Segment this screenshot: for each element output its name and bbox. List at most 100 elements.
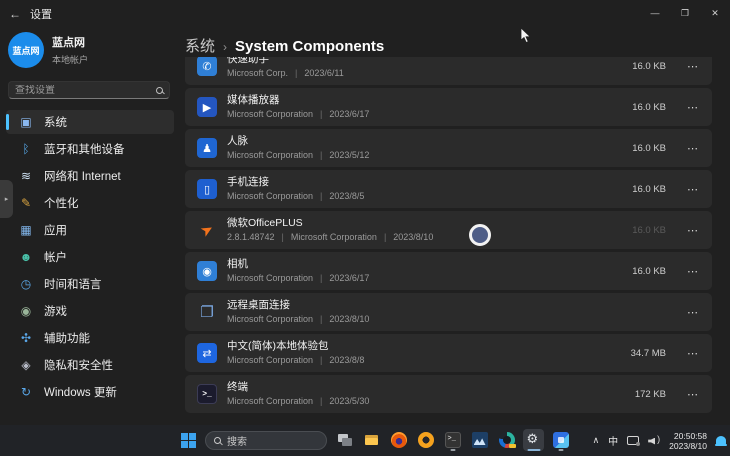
- sidebar-item[interactable]: ☻ 帐户: [6, 245, 174, 269]
- component-publisher: Microsoft Corporation: [227, 191, 313, 202]
- back-button[interactable]: ←: [0, 7, 30, 21]
- component-publisher: Microsoft Corporation: [227, 396, 313, 407]
- ime-indicator[interactable]: 中: [608, 433, 618, 448]
- taskbar-app-icon: [499, 432, 515, 448]
- taskbar-app-button[interactable]: [469, 429, 490, 451]
- breadcrumb-separator-icon: ›: [223, 40, 227, 54]
- more-options-button[interactable]: ⋯: [680, 388, 706, 401]
- sidebar-item[interactable]: ▣ 系统: [6, 110, 174, 134]
- component-publisher: Microsoft Corporation: [227, 314, 313, 325]
- component-name: 快速助手: [227, 57, 344, 66]
- breadcrumb-root[interactable]: 系统: [185, 35, 215, 56]
- display-tray-icon[interactable]: [627, 436, 639, 445]
- more-options-button[interactable]: ⋯: [680, 347, 706, 360]
- sidebar-item[interactable]: ≋ 网络和 Internet: [6, 164, 174, 188]
- search-icon: [214, 437, 221, 444]
- minimize-button[interactable]: —: [640, 0, 670, 26]
- component-date: 2023/6/17: [313, 273, 369, 284]
- component-row[interactable]: ⇄ 中文(简体)本地体验包 Microsoft Corporation 2023…: [185, 334, 712, 372]
- more-options-button[interactable]: ⋯: [680, 142, 706, 155]
- sidebar-item[interactable]: ᛒ 蓝牙和其他设备: [6, 137, 174, 161]
- component-row[interactable]: >_ 终端 Microsoft Corporation 2023/5/30 17…: [185, 375, 712, 413]
- clock[interactable]: 20:50:58 2023/8/10: [669, 431, 707, 451]
- sidebar-item-icon: ≋: [18, 169, 34, 183]
- search-input[interactable]: [15, 85, 156, 96]
- more-options-button[interactable]: ⋯: [680, 306, 706, 319]
- close-button[interactable]: ✕: [700, 0, 730, 26]
- sidebar-item[interactable]: ◷ 时间和语言: [6, 272, 174, 296]
- breadcrumb: 系统 › System Components: [185, 35, 384, 56]
- component-name: 远程桌面连接: [227, 299, 369, 312]
- component-name: 中文(简体)本地体验包: [227, 340, 364, 353]
- component-date: 2023/5/12: [313, 150, 369, 161]
- chevron-right-icon: ▸: [5, 195, 9, 203]
- component-row[interactable]: ✆ 快速助手 Microsoft Corp. 2023/6/11 16.0 KB: [185, 57, 712, 85]
- account-type: 本地帐户: [52, 53, 88, 66]
- sidebar-item[interactable]: ◈ 隐私和安全性: [6, 353, 174, 377]
- taskbar-app-icon: [445, 432, 461, 448]
- system-tray: ∧ 中 20:50:58 2023/8/10: [593, 425, 726, 456]
- window-title: 设置: [30, 6, 52, 22]
- component-name: 微软OfficePLUS: [227, 217, 433, 230]
- component-publisher: Microsoft Corp.: [227, 68, 288, 79]
- more-options-button[interactable]: ⋯: [680, 60, 706, 73]
- taskbar-app-button[interactable]: [523, 429, 544, 451]
- chevron-up-icon[interactable]: ∧: [593, 435, 600, 446]
- network-volume-icon[interactable]: [648, 436, 660, 446]
- component-name: 终端: [227, 381, 369, 394]
- settings-search-box[interactable]: [8, 81, 170, 99]
- page-title: System Components: [235, 38, 384, 55]
- sidebar-item[interactable]: ↻ Windows 更新: [6, 380, 174, 404]
- component-meta: Microsoft Corporation 2023/8/5: [227, 191, 364, 202]
- component-name: 相机: [227, 258, 369, 271]
- more-options-button[interactable]: ⋯: [680, 224, 706, 237]
- taskbar-app-button[interactable]: [415, 429, 436, 451]
- taskbar-app-button[interactable]: [442, 429, 463, 451]
- taskbar-app-button[interactable]: [361, 429, 382, 451]
- flyout-handle[interactable]: ▸: [0, 180, 13, 218]
- component-date: 2023/8/8: [313, 355, 364, 366]
- user-name: 蓝点网: [52, 34, 88, 50]
- sidebar-item[interactable]: ◉ 游戏: [6, 299, 174, 323]
- sidebar-item-icon: ◷: [18, 277, 34, 291]
- notification-bell-icon[interactable]: [716, 436, 726, 445]
- taskbar-app-icon: [553, 432, 569, 448]
- component-row[interactable]: ▯ 手机连接 Microsoft Corporation 2023/8/5 16…: [185, 170, 712, 208]
- app-icon: ✆: [197, 57, 217, 76]
- start-button[interactable]: [181, 433, 196, 448]
- taskbar-app-icon: [364, 432, 380, 448]
- component-row[interactable]: ▶ 媒体播放器 Microsoft Corporation 2023/6/17 …: [185, 88, 712, 126]
- sidebar-item[interactable]: ▦ 应用: [6, 218, 174, 242]
- component-row[interactable]: ❐ 远程桌面连接 Microsoft Corporation 2023/8/10: [185, 293, 712, 331]
- sidebar-item[interactable]: ✣ 辅助功能: [6, 326, 174, 350]
- tray-date: 2023/8/10: [669, 441, 707, 451]
- more-options-button[interactable]: ⋯: [680, 183, 706, 196]
- restore-button[interactable]: ❐: [670, 0, 700, 26]
- app-icon: ▶: [197, 97, 217, 117]
- component-name: 媒体播放器: [227, 94, 369, 107]
- taskbar-search[interactable]: 搜索: [205, 431, 327, 450]
- sidebar-item[interactable]: ✎ 个性化: [6, 191, 174, 215]
- component-row[interactable]: ➤ 微软OfficePLUS 2.8.1.48742 Microsoft Cor…: [185, 211, 712, 249]
- component-row[interactable]: ♟ 人脉 Microsoft Corporation 2023/5/12 16.…: [185, 129, 712, 167]
- sidebar-item-label: 游戏: [44, 303, 67, 319]
- component-size: 16.0 KB: [626, 61, 666, 72]
- component-publisher: Microsoft Corporation: [227, 355, 313, 366]
- taskbar-app-button[interactable]: [334, 429, 355, 451]
- taskbar-app-button[interactable]: [550, 429, 571, 451]
- sidebar-item-icon: ☻: [18, 250, 34, 264]
- sidebar-item-label: 系统: [44, 114, 67, 130]
- taskbar-app-button[interactable]: [388, 429, 409, 451]
- user-card[interactable]: 蓝点网 蓝点网 本地帐户: [8, 32, 88, 68]
- component-row[interactable]: ◉ 相机 Microsoft Corporation 2023/6/17 16.…: [185, 252, 712, 290]
- component-size: 34.7 MB: [626, 348, 666, 359]
- main-content: 系统 › System Components ✆ 快速助手 Microsoft …: [185, 28, 730, 425]
- taskbar-app-button[interactable]: [496, 429, 517, 451]
- sidebar-item-label: Windows 更新: [44, 384, 117, 400]
- more-options-button[interactable]: ⋯: [680, 101, 706, 114]
- more-options-button[interactable]: ⋯: [680, 265, 706, 278]
- close-icon: ✕: [711, 8, 719, 19]
- taskbar-app-icon: [472, 432, 488, 448]
- component-name: 人脉: [227, 135, 369, 148]
- sidebar-item-icon: ↻: [18, 385, 34, 399]
